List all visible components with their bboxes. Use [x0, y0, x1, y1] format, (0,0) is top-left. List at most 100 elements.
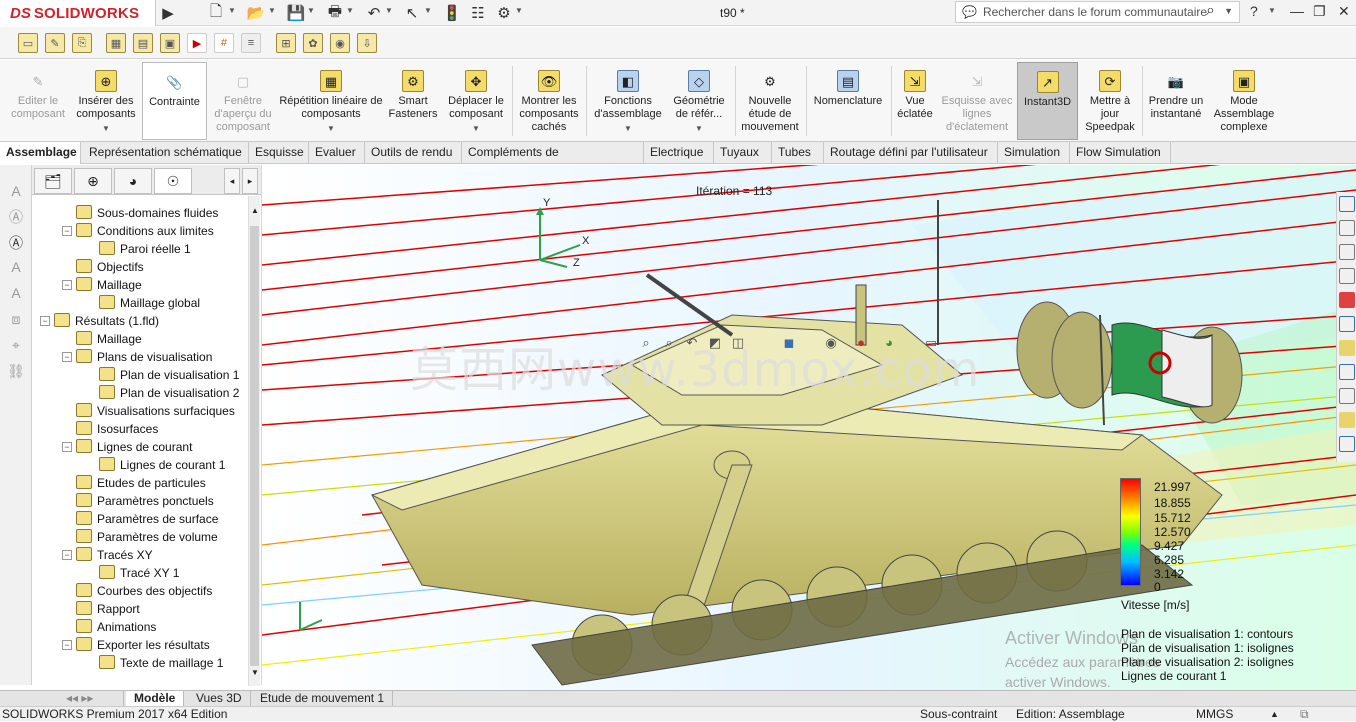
search-icon[interactable]: ⌕ [1206, 2, 1215, 20]
select-pointer-icon[interactable]: ↖ [402, 3, 422, 23]
tree-item[interactable]: − Exporter les résultats [62, 636, 210, 654]
tree-item[interactable]: − Maillage [62, 276, 142, 294]
tree-scrollbar[interactable]: ▲ ▼ [248, 196, 260, 686]
tree-item[interactable]: Plan de visualisation 2 [99, 384, 239, 402]
surface-finish-icon[interactable]: ⌖ [7, 337, 25, 355]
home-icon[interactable] [1339, 196, 1355, 212]
edit-table-icon[interactable]: ▦ [106, 33, 126, 53]
rebuild-traffic-light-icon[interactable]: 🚦 [442, 3, 462, 23]
collapse-toggle-icon[interactable]: − [62, 280, 72, 290]
undo-icon[interactable]: ↶ [364, 3, 384, 23]
collapse-toggle-icon[interactable]: − [62, 226, 72, 236]
update-speedpak-button[interactable]: ⟳ Mettre à jour Speedpak [1080, 62, 1140, 140]
tree-item[interactable]: Paramètres de surface [76, 510, 218, 528]
tree-item[interactable]: Courbes des objectifs [76, 582, 212, 600]
view-palette-icon[interactable] [1339, 316, 1355, 332]
export-icon[interactable]: ⇩ [357, 33, 377, 53]
undo-dropdown-icon[interactable]: ▼ [385, 6, 393, 15]
graphics-viewport[interactable]: Y X Z ⌕ ⌕ ↶ ◩ ◫ ◼ ◉ ● ◕ ▭ [262, 165, 1356, 690]
auto-balloon-icon[interactable]: A [7, 259, 25, 277]
print-dropdown-icon[interactable]: ▼ [346, 6, 354, 15]
search-pane-icon[interactable] [1339, 388, 1355, 404]
tab-addins[interactable]: Compléments de SOLIDWORKS [462, 142, 644, 180]
text-icon[interactable]: Ⓐ [7, 233, 25, 251]
tab-schematic[interactable]: Représentation schématique [83, 142, 249, 164]
tab-sketch[interactable]: Esquisse [249, 142, 309, 164]
flow-analysis-tab-icon[interactable]: ☉ [154, 168, 192, 194]
scroll-up-icon[interactable]: ▲ [251, 206, 259, 215]
collapse-toggle-icon[interactable]: − [62, 352, 72, 362]
open-folder-icon[interactable]: 📂 [246, 3, 266, 23]
tab-user-routing[interactable]: Routage défini par l'utilisateur [824, 142, 998, 164]
balloon-icon[interactable]: Ⓐ [7, 207, 25, 225]
tree-item[interactable]: Texte de maillage 1 [99, 654, 223, 672]
appearances-icon[interactable] [1339, 292, 1355, 308]
list-icon[interactable]: ≡ [241, 33, 261, 53]
bottom-tab-nav-icon[interactable]: ◂◂ ▸▸ [58, 691, 124, 707]
resources-icon[interactable] [1339, 220, 1355, 236]
collapse-toggle-icon[interactable]: − [62, 640, 72, 650]
tree-item[interactable]: − Plans de visualisation [62, 348, 212, 366]
file-explorer-icon[interactable] [1339, 268, 1355, 284]
tree-item[interactable]: Isosurfaces [76, 420, 158, 438]
flow-icon[interactable]: ✿ [303, 33, 323, 53]
large-assembly-mode-button[interactable]: ▣ Mode Assemblage complexe [1210, 62, 1278, 140]
tree-item[interactable]: − Conditions aux limites [62, 222, 214, 240]
tree-item[interactable]: Animations [76, 618, 156, 636]
mate-button[interactable]: 📎 Contrainte [142, 62, 207, 140]
tree-item[interactable]: − Lignes de courant [62, 438, 192, 456]
collapse-toggle-icon[interactable]: − [40, 316, 50, 326]
community-search-input[interactable]: 💬 Rechercher dans le forum communautaire… [955, 1, 1240, 23]
tab-flow-simulation[interactable]: Flow Simulation [1070, 142, 1171, 164]
save-dropdown-icon[interactable]: ▼ [307, 6, 315, 15]
exploded-view-button[interactable]: ⇲ Vue éclatée [893, 62, 937, 140]
file-properties-icon[interactable]: ☷ [468, 3, 488, 23]
weld-symbol-icon[interactable]: A [7, 285, 25, 303]
run-icon[interactable]: ▶ [187, 33, 207, 53]
property-manager-tab-icon[interactable]: ⊕ [74, 168, 112, 194]
features-dropdown-icon[interactable]: ▼ [624, 122, 632, 135]
select-dropdown-icon[interactable]: ▼ [424, 6, 432, 15]
tree-item[interactable]: Paroi réelle 1 [99, 240, 191, 258]
forum-icon[interactable] [1339, 364, 1355, 380]
tree-item[interactable]: Plan de visualisation 1 [99, 366, 239, 384]
show-hidden-button[interactable]: 👁 Montrer les composants cachés [515, 62, 583, 140]
tree-item[interactable]: Etudes de particules [76, 474, 206, 492]
help-dropdown-icon[interactable]: ▼ [1268, 6, 1276, 15]
load-results-icon[interactable]: ◉ [330, 33, 350, 53]
options-gear-icon[interactable]: ⚙ [494, 3, 514, 23]
custom-properties-icon[interactable] [1339, 340, 1355, 356]
new-motion-study-button[interactable]: ⚙ Nouvelle étude de mouvement [738, 62, 802, 140]
tab-motion-study[interactable]: Etude de mouvement 1 [252, 691, 394, 707]
save-icon[interactable]: 💾 [286, 3, 306, 23]
reference-geometry-button[interactable]: ◇ Géométrie de référ... ▼ [666, 62, 732, 140]
scroll-down-icon[interactable]: ▼ [251, 668, 259, 677]
design-library-icon[interactable] [1339, 244, 1355, 260]
restore-button[interactable]: ❐ [1313, 3, 1326, 20]
tolerance-icon[interactable]: ⛓ [7, 363, 25, 381]
tab-scroll-left-icon[interactable]: ◂ [224, 168, 240, 194]
solidworks-resources-icon[interactable] [1339, 436, 1355, 452]
help-button[interactable]: ? [1250, 3, 1258, 19]
tab-evaluate[interactable]: Evaluer [309, 142, 365, 164]
tree-item[interactable]: Tracé XY 1 [99, 564, 179, 582]
copy-icon[interactable]: ⎘ [72, 33, 92, 53]
new-document-icon[interactable]: 🗋 [206, 3, 226, 23]
move-component-button[interactable]: ✥ Déplacer le composant ▼ [442, 62, 510, 140]
result-icon[interactable]: ⊞ [276, 33, 296, 53]
insert-components-button[interactable]: ⊕ Insérer des composants ▼ [73, 62, 139, 140]
tree-item[interactable]: Paramètres de volume [76, 528, 218, 546]
options-dropdown-icon[interactable]: ▼ [515, 6, 523, 15]
take-snapshot-button[interactable]: 📷 Prendre un instantané [1145, 62, 1207, 140]
tab-3d-views[interactable]: Vues 3D [188, 691, 251, 707]
solidworks-logo[interactable]: DS SOLIDWORKS [0, 0, 156, 26]
linear-pattern-button[interactable]: ▦ Répétition linéaire de composants ▼ [278, 62, 384, 140]
tab-piping[interactable]: Tuyaux [714, 142, 772, 164]
tree-item[interactable]: Paramètres ponctuels [76, 492, 214, 510]
tab-simulation[interactable]: Simulation [998, 142, 1070, 164]
units-dropdown-icon[interactable]: ▲ [1270, 707, 1279, 722]
smart-fasteners-button[interactable]: ⚙ Smart Fasteners [386, 62, 440, 140]
customize-status-icon[interactable]: ⧉ [1300, 707, 1309, 722]
preview-window-button[interactable]: ▢ Fenêtre d'aperçu du composant [212, 62, 274, 140]
toolbox-icon[interactable] [1339, 412, 1355, 428]
